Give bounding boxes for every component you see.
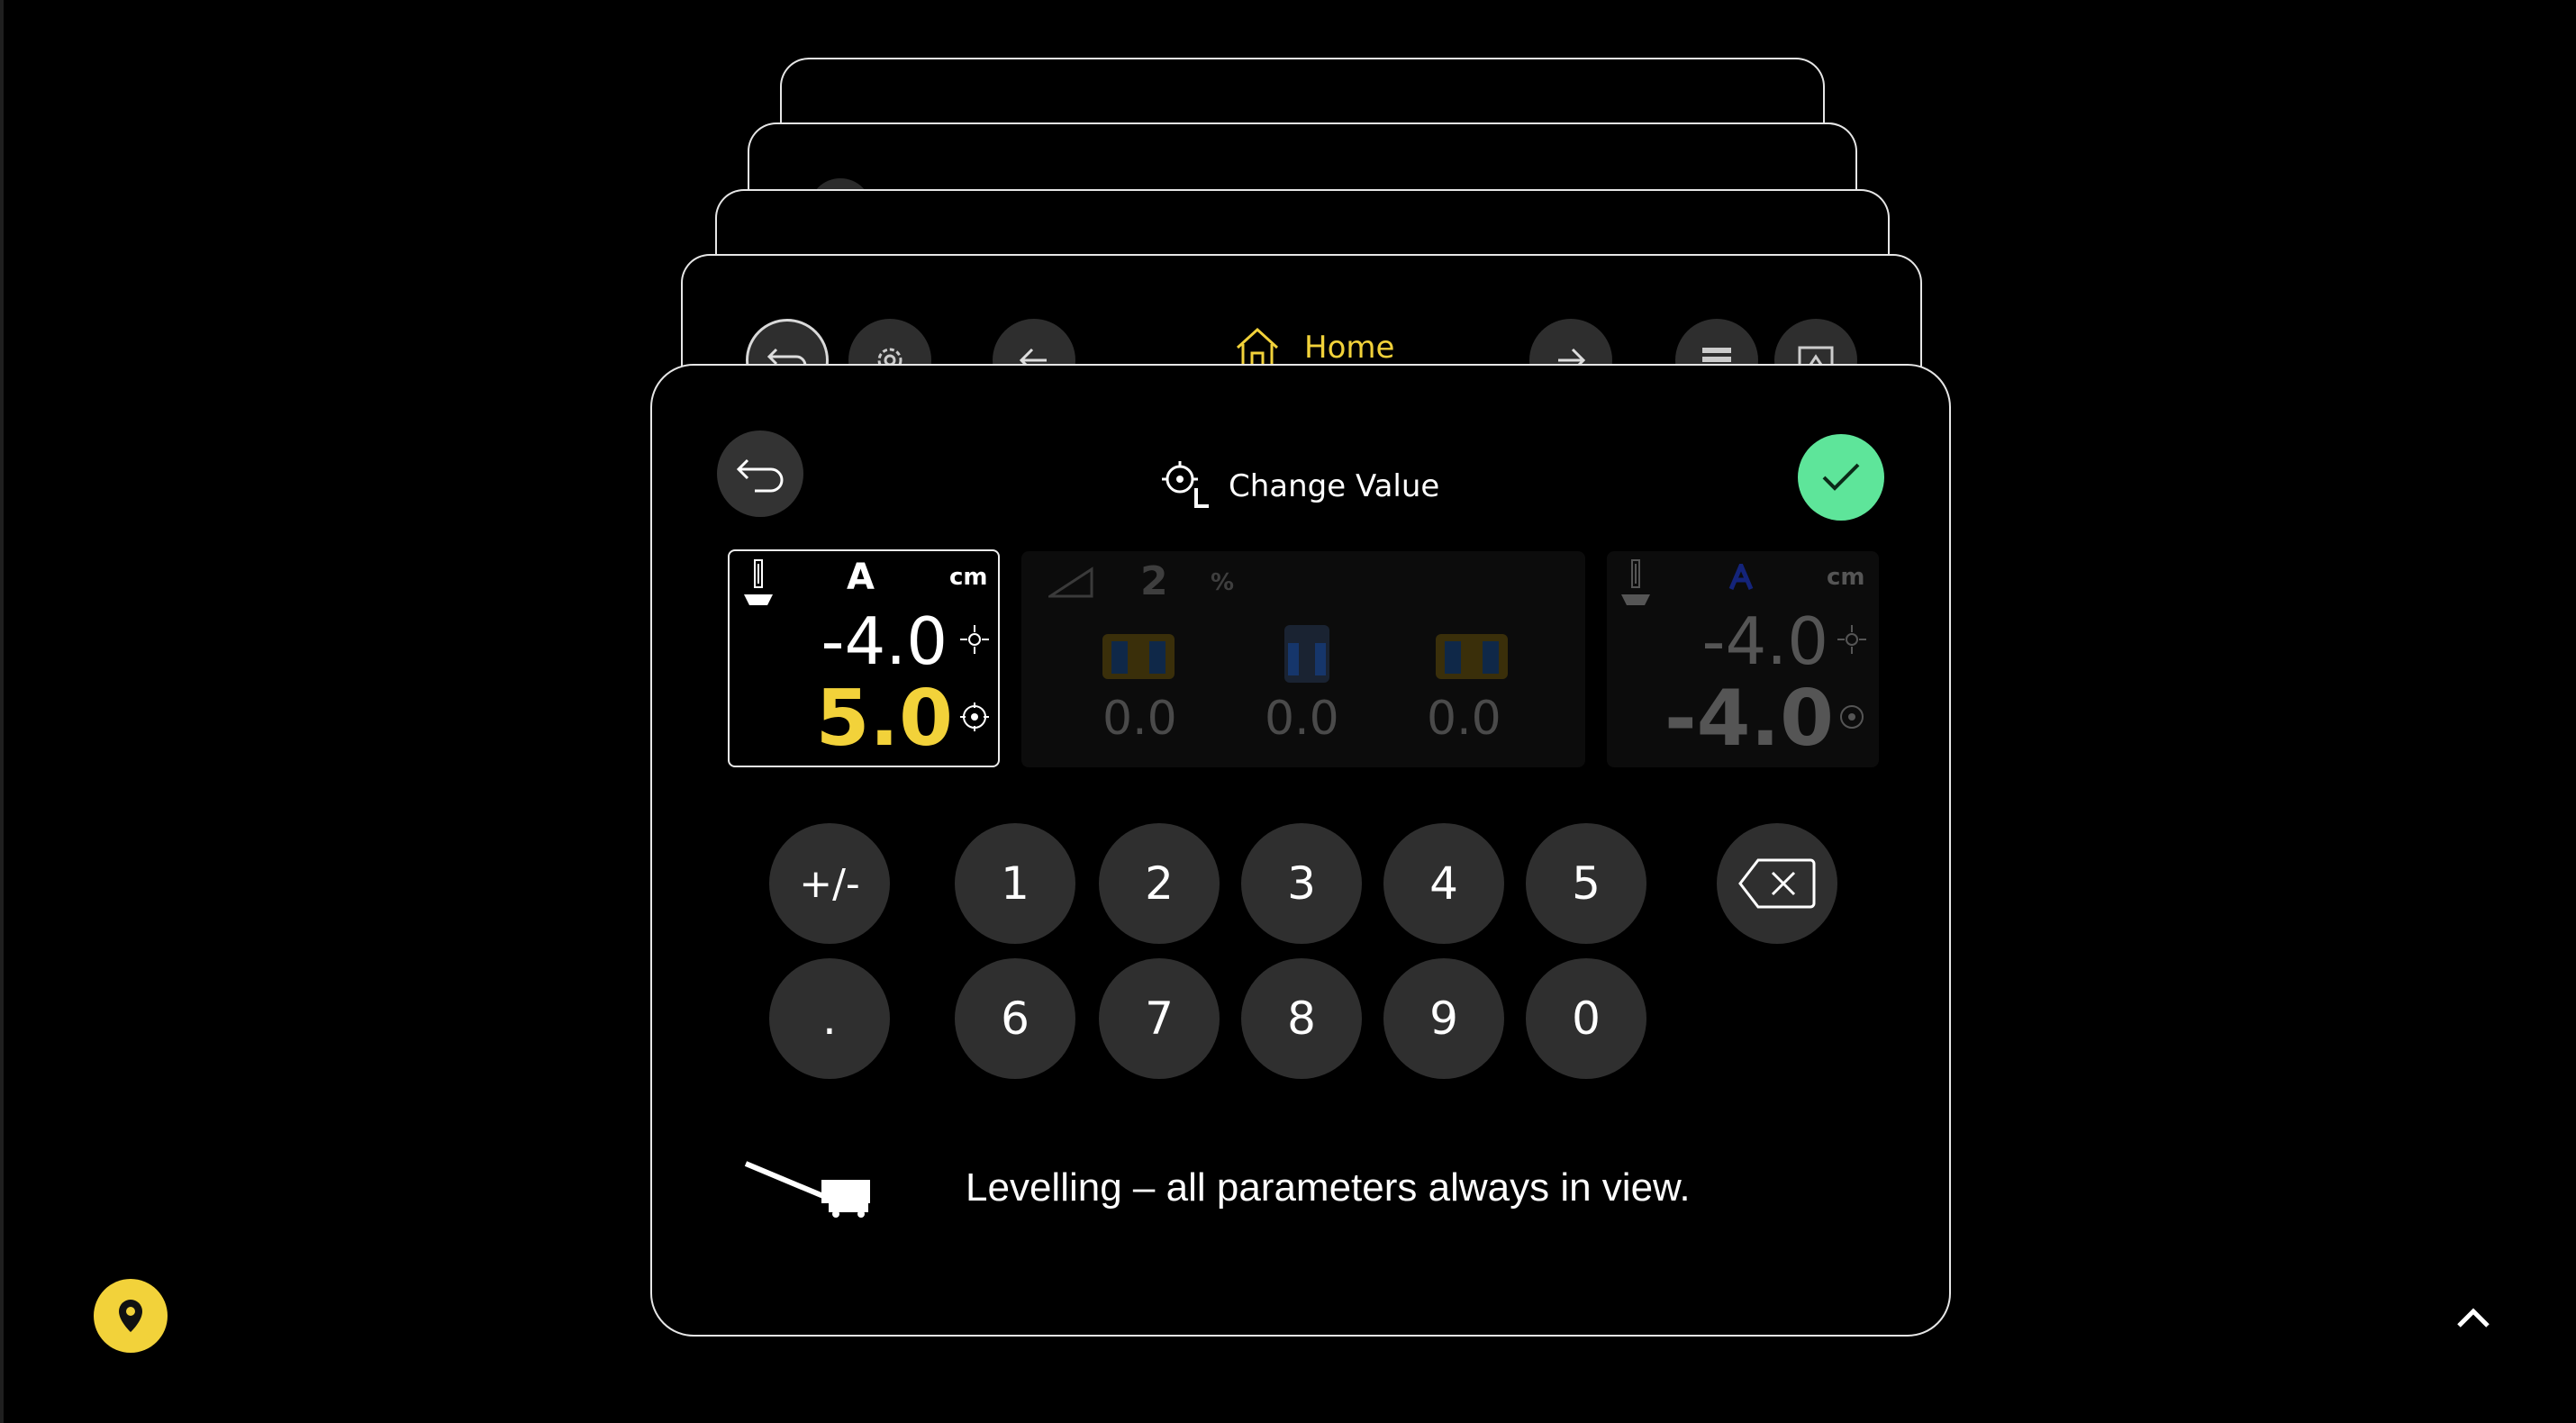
- machine-left-icon: [1102, 634, 1175, 679]
- channel-b-icon: [1728, 564, 1754, 590]
- back-icon: [736, 458, 784, 493]
- key-decimal[interactable]: .: [769, 958, 890, 1079]
- key-2[interactable]: 2: [1099, 823, 1220, 944]
- value-panel-a[interactable]: A cm -4.0 5.0: [728, 549, 1000, 767]
- target-set-icon: [1840, 705, 1864, 729]
- position-icon: [960, 625, 989, 654]
- check-icon: [1822, 463, 1860, 491]
- position-icon: [1837, 625, 1866, 654]
- slope-unit: %: [1211, 569, 1235, 596]
- key-plus-minus[interactable]: +/-: [769, 823, 890, 944]
- slope-readout-left: 0.0: [1102, 692, 1177, 746]
- target-set-icon: [960, 702, 989, 731]
- dialog-back-button[interactable]: [717, 431, 803, 517]
- panel-right-current-value: -4.0: [1701, 603, 1828, 679]
- backspace-icon: [1738, 858, 1816, 909]
- slope-readout-right: 0.0: [1427, 692, 1501, 746]
- key-7[interactable]: 7: [1099, 958, 1220, 1079]
- slope-panel[interactable]: 2 % 0.0 0.0 0.0: [1021, 551, 1585, 767]
- key-5[interactable]: 5: [1526, 823, 1646, 944]
- chevron-up-icon[interactable]: [2452, 1297, 2495, 1340]
- left-edge: [0, 0, 4, 1423]
- key-1[interactable]: 1: [955, 823, 1075, 944]
- key-8[interactable]: 8: [1241, 958, 1362, 1079]
- panel-a-letter: A: [847, 557, 875, 598]
- confirm-button[interactable]: [1798, 434, 1884, 521]
- panel-right-unit: cm: [1827, 564, 1865, 591]
- slope-icon: [1048, 566, 1093, 598]
- value-panel-right[interactable]: cm -4.0 -4.0: [1607, 551, 1879, 767]
- key-9[interactable]: 9: [1383, 958, 1504, 1079]
- backspace-button[interactable]: [1717, 823, 1837, 944]
- panel-a-current-value: -4.0: [821, 603, 948, 679]
- change-value-dialog: Change Value A cm -4.0 5.0 2 % 0.0 0.0 0…: [650, 364, 1951, 1337]
- key-0[interactable]: 0: [1526, 958, 1646, 1079]
- map-pin-icon: [119, 1300, 142, 1332]
- sensor-icon: [1621, 559, 1650, 605]
- key-3[interactable]: 3: [1241, 823, 1362, 944]
- location-button[interactable]: [94, 1279, 168, 1353]
- key-6[interactable]: 6: [955, 958, 1075, 1079]
- target-icon: [1162, 461, 1209, 508]
- footer-caption: Levelling – all parameters always in vie…: [966, 1165, 1691, 1210]
- milling-machine-icon: [744, 1161, 870, 1218]
- panel-a-target-value: 5.0: [815, 674, 953, 764]
- panel-right-target-value: -4.0: [1664, 674, 1834, 764]
- machine-center-icon: [1284, 625, 1329, 683]
- panel-a-unit: cm: [949, 564, 988, 591]
- dialog-title: Change Value: [1229, 468, 1440, 504]
- sensor-icon: [744, 559, 773, 605]
- slope-value: 2: [1140, 558, 1168, 604]
- machine-right-icon: [1436, 634, 1508, 679]
- slope-readout-center: 0.0: [1265, 692, 1339, 746]
- home-label[interactable]: Home: [1304, 330, 1394, 366]
- key-4[interactable]: 4: [1383, 823, 1504, 944]
